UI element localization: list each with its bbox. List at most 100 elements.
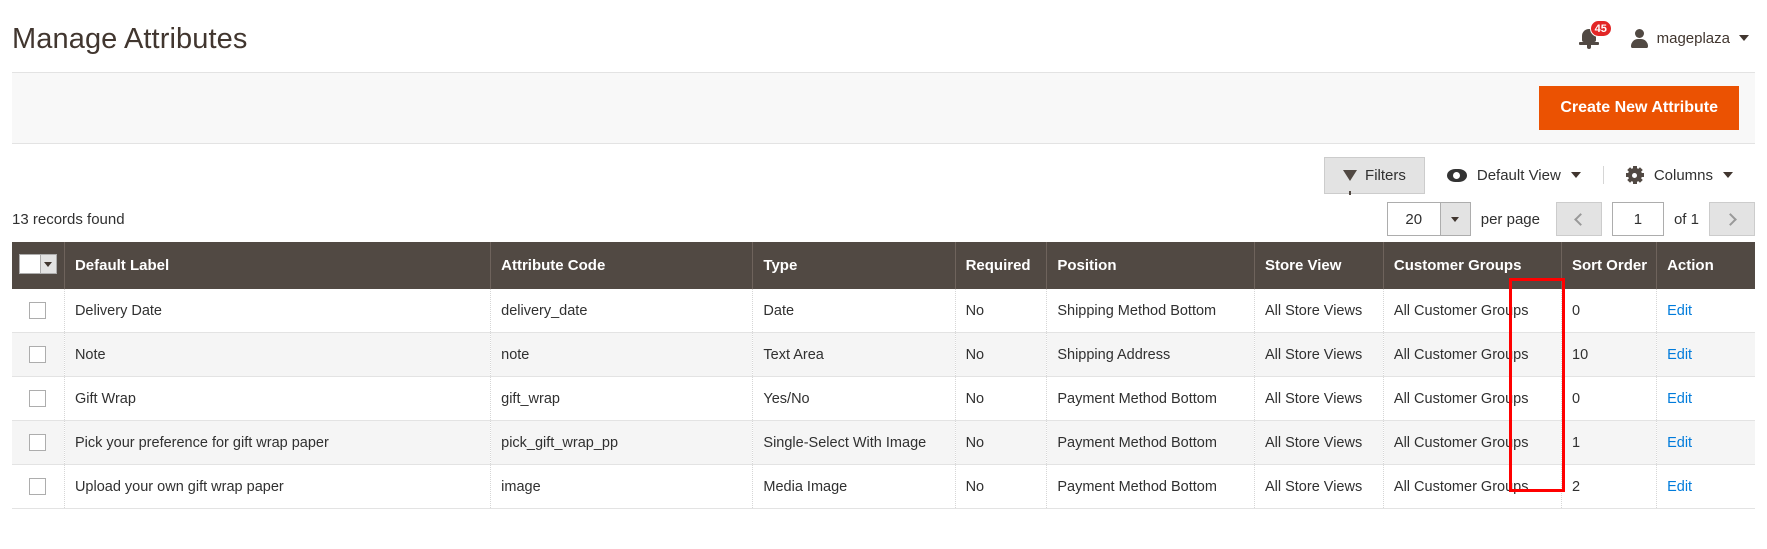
user-name-label: mageplaza [1656, 29, 1730, 47]
page-header: Manage Attributes 45 mageplaza [0, 0, 1767, 72]
edit-link[interactable]: Edit [1667, 347, 1692, 363]
cell-position: Payment Method Bottom [1046, 464, 1255, 509]
cell-customer-groups: All Customer Groups [1383, 420, 1563, 465]
default-view-label: Default View [1476, 166, 1561, 184]
cell-default-label: Gift Wrap [64, 376, 492, 421]
columns-dropdown[interactable]: Columns [1602, 166, 1755, 184]
edit-link[interactable]: Edit [1667, 303, 1692, 319]
cell-customer-groups: All Customer Groups [1383, 464, 1563, 509]
attributes-grid: Default Label Attribute Code Type Requir… [12, 242, 1755, 509]
chevron-down-icon [44, 261, 53, 267]
page-title: Manage Attributes [12, 22, 248, 55]
table-row: Note note Text Area No Shipping Address All S… [12, 332, 1755, 377]
filters-label: Filters [1365, 166, 1406, 184]
cell-type: Yes/No [752, 376, 956, 421]
per-page-select[interactable]: 20 [1386, 202, 1471, 236]
cell-store-view: All Store Views [1254, 289, 1384, 333]
header-attribute-code[interactable]: Attribute Code [490, 242, 754, 289]
table-body: Delivery Date delivery_date Date No Shipping… [12, 289, 1755, 509]
header-position[interactable]: Position [1046, 242, 1255, 289]
table-row: Pick your preference for gift wrap paper… [12, 420, 1755, 465]
grid-toolbar: Filters Default View Columns [12, 144, 1755, 196]
cell-customer-groups: All Customer Groups [1383, 289, 1563, 333]
chevron-down-icon [1723, 172, 1733, 178]
cell-required: No [955, 332, 1048, 377]
pagination-controls: 20 per page of 1 [1386, 202, 1755, 236]
cell-position: Payment Method Bottom [1046, 420, 1255, 465]
chevron-down-icon [1570, 172, 1581, 178]
cell-required: No [955, 289, 1048, 333]
page-number-input[interactable] [1611, 202, 1664, 236]
row-checkbox-cell[interactable] [12, 376, 65, 421]
row-checkbox[interactable] [29, 302, 47, 319]
cell-store-view: All Store Views [1254, 332, 1384, 377]
row-checkbox-cell[interactable] [12, 420, 65, 465]
cell-sort-order: 1 [1561, 420, 1658, 465]
manage-attributes-page: Manage Attributes 45 mageplaza Create Ne… [0, 0, 1767, 549]
chevron-right-icon [1724, 212, 1737, 226]
columns-label: Columns [1653, 166, 1713, 184]
cell-attribute-code: delivery_date [490, 289, 754, 333]
select-all-checkbox-dropdown[interactable] [18, 254, 57, 274]
header-required[interactable]: Required [955, 242, 1048, 289]
row-checkbox[interactable] [29, 434, 47, 451]
per-page-value: 20 [1405, 210, 1423, 228]
cell-position: Payment Method Bottom [1046, 376, 1255, 421]
header-customer-groups[interactable]: Customer Groups [1383, 242, 1563, 289]
row-checkbox-cell[interactable] [12, 464, 65, 509]
page-actions-bar: Create New Attribute [12, 72, 1755, 144]
chevron-down-icon[interactable] [1439, 203, 1470, 235]
header-default-label[interactable]: Default Label [64, 242, 492, 289]
edit-link[interactable]: Edit [1667, 435, 1692, 451]
table-row: Gift Wrap gift_wrap Yes/No No Payment Method… [12, 376, 1755, 421]
row-checkbox-cell[interactable] [12, 332, 65, 377]
cell-default-label: Delivery Date [64, 289, 492, 333]
cell-action: Edit [1656, 332, 1755, 377]
filters-button[interactable]: Filters [1324, 156, 1425, 195]
header-type[interactable]: Type [752, 242, 956, 289]
chevron-down-icon [1739, 35, 1749, 41]
header-store-view[interactable]: Store View [1254, 242, 1384, 289]
cell-required: No [955, 420, 1048, 465]
gear-icon [1625, 166, 1644, 184]
previous-page-button[interactable] [1555, 202, 1602, 236]
cell-action: Edit [1656, 420, 1755, 465]
table-row: Upload your own gift wrap paper image Medi… [12, 464, 1755, 509]
header-actions: 45 mageplaza [1578, 20, 1749, 51]
cell-customer-groups: All Customer Groups [1383, 376, 1563, 421]
row-checkbox[interactable] [29, 478, 47, 495]
chevron-left-icon [1574, 212, 1587, 226]
edit-link[interactable]: Edit [1667, 479, 1692, 495]
cell-attribute-code: note [490, 332, 754, 377]
default-view-dropdown[interactable]: Default View [1425, 167, 1603, 184]
edit-link[interactable]: Edit [1667, 391, 1692, 407]
cell-default-label: Upload your own gift wrap paper [64, 464, 492, 509]
notifications-button[interactable]: 45 [1578, 20, 1612, 51]
header-action: Action [1656, 242, 1755, 289]
records-found-label: 13 records found [12, 210, 125, 228]
cell-store-view: All Store Views [1254, 376, 1384, 421]
row-checkbox-cell[interactable] [12, 289, 65, 333]
notification-count-badge: 45 [1589, 20, 1612, 37]
cell-required: No [955, 464, 1048, 509]
cell-attribute-code: image [490, 464, 754, 509]
next-page-button[interactable] [1709, 202, 1755, 236]
cell-action: Edit [1656, 289, 1755, 333]
user-menu[interactable]: mageplaza [1630, 28, 1749, 48]
eye-icon [1446, 168, 1467, 182]
user-avatar-icon [1630, 28, 1648, 48]
row-checkbox[interactable] [29, 346, 47, 363]
create-new-attribute-button[interactable]: Create New Attribute [1539, 86, 1739, 130]
cell-store-view: All Store Views [1254, 464, 1384, 509]
row-checkbox[interactable] [29, 390, 47, 407]
table-header-row: Default Label Attribute Code Type Requir… [12, 242, 1755, 289]
cell-sort-order: 2 [1561, 464, 1658, 509]
cell-required: No [955, 376, 1048, 421]
cell-sort-order: 10 [1561, 332, 1658, 377]
cell-position: Shipping Method Bottom [1046, 289, 1255, 333]
cell-store-view: All Store Views [1254, 420, 1384, 465]
cell-attribute-code: pick_gift_wrap_pp [490, 420, 754, 465]
header-sort-order[interactable]: Sort Order [1561, 242, 1658, 289]
cell-sort-order: 0 [1561, 376, 1658, 421]
select-all-header[interactable] [12, 242, 65, 289]
